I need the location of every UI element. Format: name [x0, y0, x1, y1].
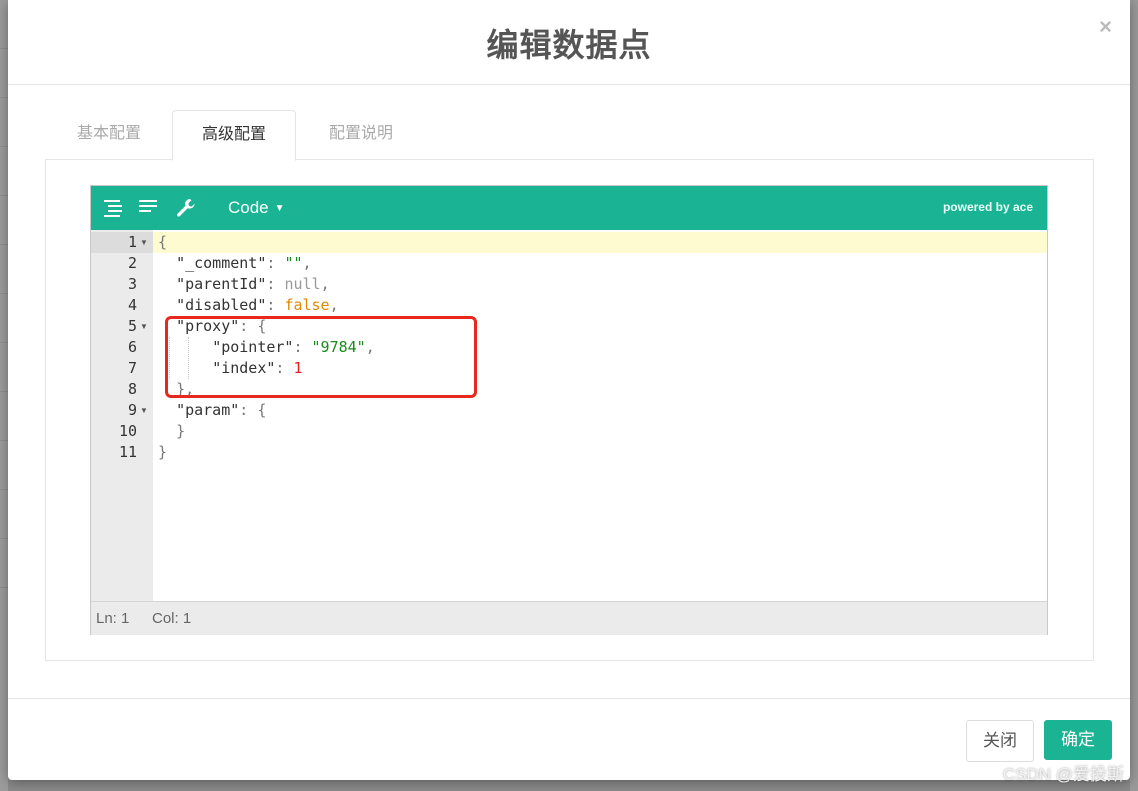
editor-statusbar: Ln: 1 Col: 1 [91, 601, 1047, 635]
active-line-highlight [153, 232, 1047, 253]
editor-gutter: 1 2 3 4 5 6 7 8 9 10 11 ▼ ▼ ▼ [91, 230, 153, 601]
tab-advanced-config[interactable]: 高级配置 [172, 110, 296, 161]
fold-toggle-icon[interactable]: ▼ [140, 316, 148, 337]
line-number: 4 [127, 296, 137, 314]
status-col: Col: 1 [152, 610, 192, 627]
line-number: 1 [127, 233, 137, 251]
confirm-button[interactable]: 确定 [1044, 720, 1112, 760]
code-line: "param": { [176, 401, 267, 419]
powered-by-ace: powered by ace [942, 200, 1033, 214]
modal-footer: 关闭 确定 [8, 698, 1130, 781]
line-number: 11 [118, 443, 137, 461]
line-number: 5 [127, 317, 137, 335]
line-number: 9 [127, 401, 137, 419]
code-line: } [158, 443, 168, 461]
code-line: "parentId": null, [176, 275, 330, 293]
chevron-down-icon: ▼ [274, 203, 285, 214]
fold-toggle-icon[interactable]: ▼ [140, 232, 148, 253]
tab-config-help[interactable]: 配置说明 [298, 110, 424, 160]
modal-title: 编辑数据点 [486, 27, 652, 63]
background-page-right [1130, 0, 1138, 791]
close-icon[interactable]: × [1099, 14, 1112, 40]
line-number: 10 [118, 422, 137, 440]
json-editor: Code ▼ powered by ace 1 2 3 4 5 6 7 8 9 1… [90, 185, 1048, 635]
format-icon[interactable] [102, 197, 124, 219]
background-page [0, 0, 8, 791]
line-number: 3 [127, 275, 137, 293]
watermark: CSDN @爱投斯 [1002, 765, 1124, 784]
fold-toggle-icon[interactable]: ▼ [140, 400, 148, 421]
status-line: Ln: 1 [96, 610, 130, 627]
editor-toolbar: Code ▼ powered by ace [91, 186, 1047, 230]
close-button[interactable]: 关闭 [966, 720, 1034, 762]
compact-icon[interactable] [137, 197, 159, 219]
code-line: "_comment": "", [176, 254, 312, 272]
tab-basic-config[interactable]: 基本配置 [46, 110, 172, 160]
line-number: 2 [127, 254, 137, 272]
line-number: 7 [127, 359, 137, 377]
repair-icon[interactable] [175, 197, 197, 219]
mode-label: Code [228, 198, 269, 217]
line-number: 6 [127, 338, 137, 356]
code-line: "disabled": false, [176, 296, 339, 314]
mode-dropdown[interactable]: Code ▼ [228, 198, 285, 218]
code-area[interactable]: { "_comment": "", "parentId": null, "dis… [153, 230, 1047, 601]
line-number: 8 [127, 380, 137, 398]
annotation-highlight-box [165, 316, 477, 398]
code-line: { [158, 233, 168, 251]
code-line: } [176, 422, 186, 440]
modal-header: 编辑数据点 × [8, 0, 1130, 85]
